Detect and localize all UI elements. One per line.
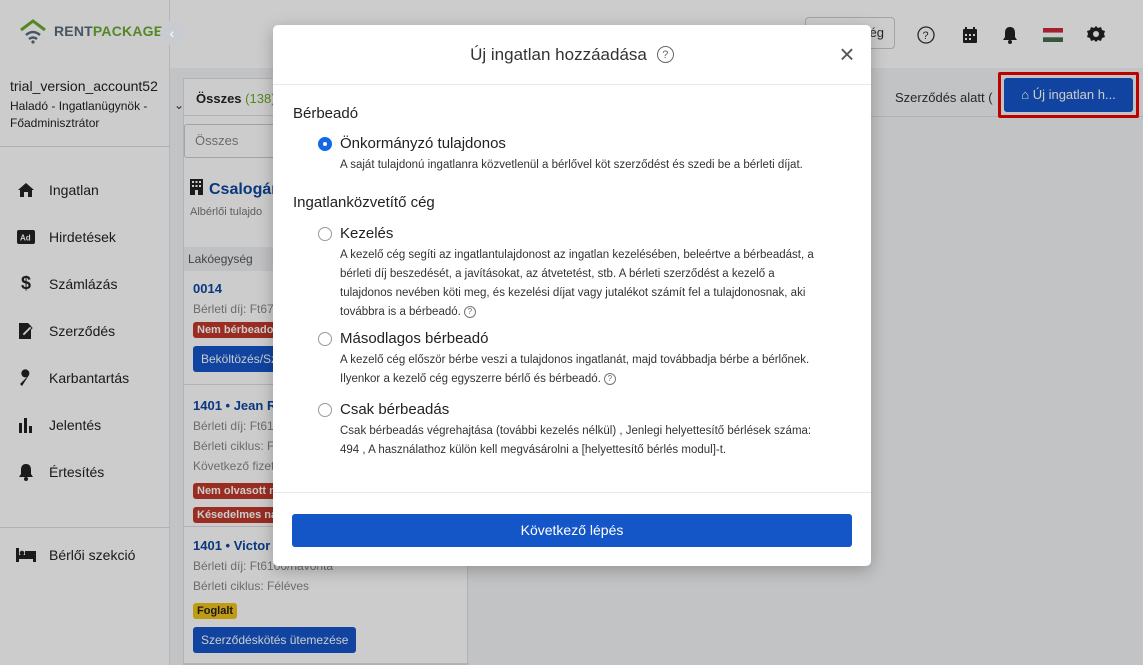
option-description: A saját tulajdonú ingatlanra közvetlenül… <box>340 159 803 171</box>
option-description: Csak bérbeadás végrehajtása (további kez… <box>340 425 812 456</box>
option-description: A kezelő cég segíti az ingatlantulajdono… <box>340 249 814 318</box>
modal-header: Új ingatlan hozzáadása ? × <box>273 25 871 85</box>
radio-button[interactable] <box>318 136 332 151</box>
modal-title: Új ingatlan hozzáadása <box>470 44 647 64</box>
help-icon[interactable]: ? <box>656 46 674 63</box>
option-secondary-landlord[interactable]: Másodlagos bérbeadó A kezelő cég először… <box>318 330 828 389</box>
option-label[interactable]: Kezelés <box>340 225 393 242</box>
option-management[interactable]: Kezelés A kezelő cég segíti az ingatlant… <box>318 225 828 322</box>
modal-footer-divider <box>273 492 871 493</box>
section-heading-agency: Ingatlanközvetítő cég <box>293 194 435 211</box>
help-icon[interactable]: ? <box>463 305 476 318</box>
sidebar-collapse-button[interactable]: ‹ <box>160 21 184 45</box>
option-description: A kezelő cég először bérbe veszi a tulaj… <box>340 354 810 385</box>
radio-button[interactable] <box>318 226 332 241</box>
help-icon[interactable]: ? <box>603 372 616 385</box>
next-step-button[interactable]: Következő lépés <box>292 514 852 547</box>
option-leasing-only[interactable]: Csak bérbeadás Csak bérbeadás végrehajtá… <box>318 401 828 460</box>
radio-button[interactable] <box>318 331 332 346</box>
section-heading-landlord: Bérbeadó <box>293 105 359 122</box>
option-label[interactable]: Önkormányzó tulajdonos <box>340 135 506 152</box>
option-label[interactable]: Csak bérbeadás <box>340 401 449 418</box>
radio-button[interactable] <box>318 402 332 417</box>
add-property-modal: Új ingatlan hozzáadása ? × Bérbeadó Önko… <box>273 25 871 566</box>
option-label[interactable]: Másodlagos bérbeadó <box>340 330 488 347</box>
option-self-managed-owner[interactable]: Önkormányzó tulajdonos A saját tulajdonú… <box>318 135 828 175</box>
close-icon[interactable]: × <box>835 41 859 67</box>
